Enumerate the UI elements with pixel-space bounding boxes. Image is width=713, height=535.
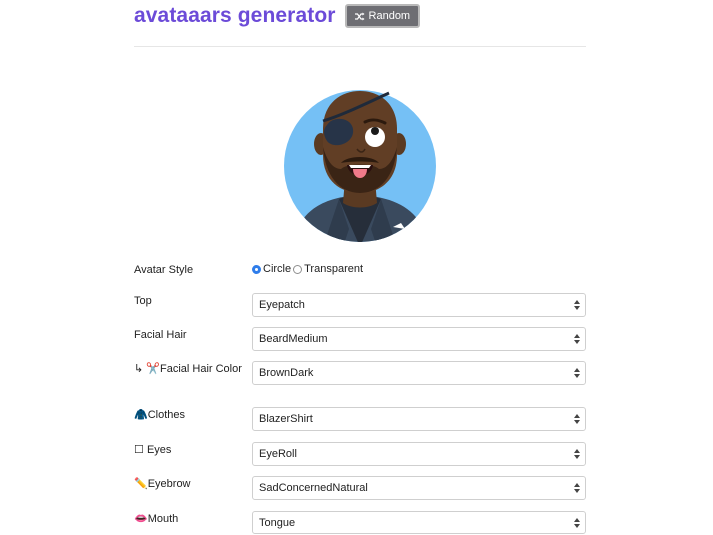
- facial-hair-row: Facial Hair BeardMedium: [134, 327, 586, 358]
- scissors-icon: ↳ ✂️: [134, 363, 160, 375]
- top-row: Top Eyepatch: [134, 293, 586, 324]
- avatar-style-row: Avatar Style Circle Transparent: [134, 263, 586, 279]
- top-label: Top: [134, 295, 152, 307]
- transparent-radio-label[interactable]: Transparent: [304, 263, 363, 275]
- eyebrow-select-value: SadConcernedNatural: [259, 482, 368, 494]
- shuffle-icon: [354, 12, 365, 21]
- app-title: avataaars generator: [134, 4, 336, 27]
- mouth-label-text: Mouth: [147, 513, 179, 525]
- facial-hair-color-label-text: Facial Hair Color: [159, 363, 242, 375]
- select-arrows-icon: [574, 368, 580, 378]
- clothes-label: 🧥Clothes: [134, 408, 244, 423]
- mouth-select[interactable]: Tongue: [252, 511, 586, 534]
- select-arrows-icon: [574, 334, 580, 344]
- mouth-label: 👄Mouth: [134, 512, 244, 527]
- page: avataaars generator Random Avatar Style …: [0, 0, 713, 535]
- facial-hair-select-value: BeardMedium: [259, 333, 328, 345]
- pencil-icon: ✏️: [134, 478, 148, 490]
- select-arrows-icon: [574, 518, 580, 528]
- random-button[interactable]: Random: [344, 4, 421, 28]
- facial-hair-color-select-value: BrownDark: [259, 367, 314, 379]
- header: avataaars generator Random: [134, 4, 421, 28]
- select-arrows-icon: [574, 300, 580, 310]
- top-select-value: Eyepatch: [259, 299, 305, 311]
- random-button-label: Random: [368, 10, 411, 22]
- facial-hair-color-row: ↳ ✂️Facial Hair Color BrownDark: [134, 361, 586, 398]
- facial-hair-select[interactable]: BeardMedium: [252, 327, 586, 351]
- avatar-style-label: Avatar Style: [134, 264, 194, 276]
- transparent-radio[interactable]: [293, 264, 303, 274]
- clothes-select-value: BlazerShirt: [259, 413, 313, 425]
- divider: [134, 46, 586, 47]
- eyebrow-row: ✏️Eyebrow SadConcernedNatural: [134, 476, 586, 507]
- select-arrows-icon: [574, 449, 580, 459]
- eyes-label: ☐ Eyes: [134, 443, 244, 458]
- circle-radio-label[interactable]: Circle: [263, 263, 291, 275]
- avatar-preview: [283, 89, 437, 247]
- avatar-style-options: Circle Transparent: [252, 263, 365, 275]
- eyes-label-text: Eyes: [146, 444, 172, 456]
- facial-hair-color-select[interactable]: BrownDark: [252, 361, 586, 385]
- clothes-row: 🧥Clothes BlazerShirt: [134, 407, 586, 438]
- clothes-select[interactable]: BlazerShirt: [252, 407, 586, 431]
- lips-icon: 👄: [134, 513, 148, 525]
- eyebrow-label-text: Eyebrow: [147, 478, 191, 490]
- eyebrow-select[interactable]: SadConcernedNatural: [252, 476, 586, 500]
- mouth-row: 👄Mouth Tongue: [134, 511, 586, 534]
- facial-hair-label: Facial Hair: [134, 329, 187, 341]
- facial-hair-color-label: ↳ ✂️Facial Hair Color: [134, 362, 244, 377]
- select-arrows-icon: [574, 483, 580, 493]
- select-arrows-icon: [574, 414, 580, 424]
- eyes-row: ☐ Eyes EyeRoll: [134, 442, 586, 473]
- top-select[interactable]: Eyepatch: [252, 293, 586, 317]
- mouth-select-value: Tongue: [259, 517, 296, 529]
- clothes-label-text: Clothes: [147, 409, 185, 421]
- circle-radio[interactable]: [252, 264, 261, 274]
- clothes-icon: 🧥: [134, 409, 148, 421]
- eyebrow-label: ✏️Eyebrow: [134, 477, 244, 492]
- eyes-select-value: EyeRoll: [259, 448, 297, 460]
- eyes-icon: ☐: [134, 444, 144, 456]
- eyes-select[interactable]: EyeRoll: [252, 442, 586, 466]
